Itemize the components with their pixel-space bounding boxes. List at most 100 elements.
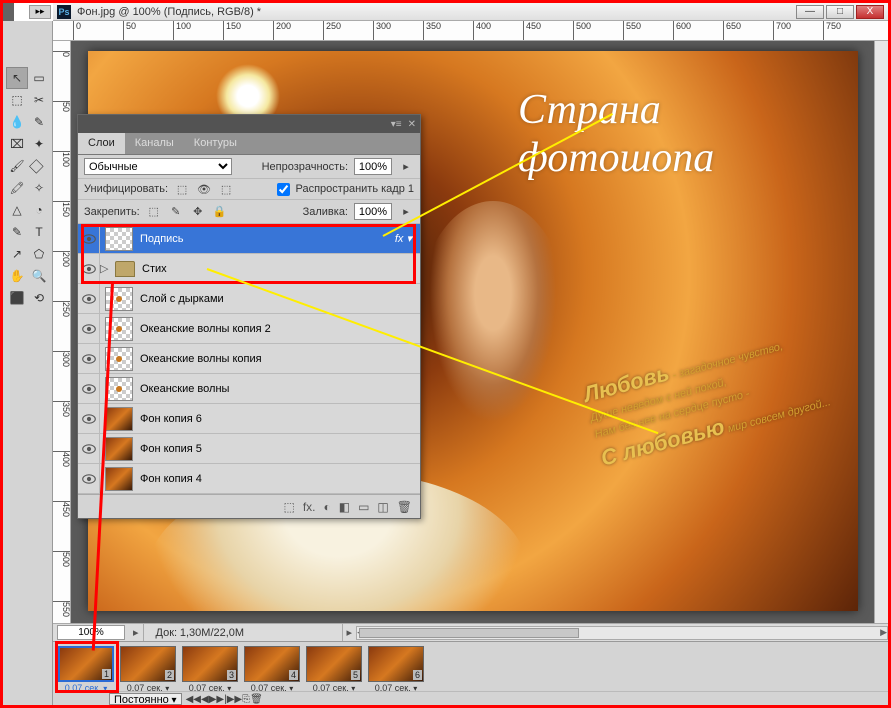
tool-16[interactable]: ↗ [6,243,28,265]
scrollbar-thumb[interactable] [359,628,579,638]
tool-4[interactable]: 💧 [6,111,28,133]
visibility-toggle[interactable] [78,344,100,373]
layers-footer-btn-3[interactable]: ◧ [339,500,350,514]
tool-5[interactable]: ✎ [28,111,50,133]
layer-thumbnail[interactable] [105,437,133,461]
layer-fx-badge[interactable]: fx ▾ [395,232,420,245]
layer-name[interactable]: Фон копия 6 [138,413,420,425]
lock-position-icon[interactable]: ✥ [190,205,206,219]
frame-4[interactable]: 50,07 сек. ▾ [305,646,363,693]
tab-layers[interactable]: Слои [78,133,125,154]
tool-20[interactable]: ⬛ [6,287,28,309]
visibility-toggle[interactable] [78,284,100,313]
tool-10[interactable]: 🖍 [6,177,28,199]
visibility-toggle[interactable] [78,434,100,463]
unify-visibility-icon[interactable]: 👁 [196,182,212,196]
layer-name[interactable]: Океанские волны копия 2 [138,323,420,335]
layer-thumbnail[interactable] [105,467,133,491]
maximize-button[interactable]: □ [826,5,854,19]
tool-3[interactable]: ✂ [28,89,50,111]
panel-menu-icon[interactable]: ▾≡ [391,119,402,130]
visibility-toggle[interactable] [78,404,100,433]
anim-control-6[interactable]: 🗑 [250,694,263,705]
panel-close-icon[interactable]: ✕ [408,119,416,130]
opacity-flyout-icon[interactable]: ▸ [398,160,414,174]
layers-footer-btn-5[interactable]: ◫ [377,500,388,514]
layers-footer-btn-6[interactable]: 🗑 [397,500,412,514]
layer-thumbnail[interactable] [105,317,133,341]
frame-2[interactable]: 30,07 сек. ▾ [181,646,239,693]
panel-header[interactable]: ▾≡ ✕ [78,115,420,133]
layer-name[interactable]: Фон копия 5 [138,443,420,455]
layer-row-6[interactable]: Фон копия 6 [78,404,420,434]
frame-thumbnail[interactable]: 2 [120,646,176,682]
tool-14[interactable]: ✎ [6,221,28,243]
lock-all-icon[interactable]: 🔒 [212,205,228,219]
frame-3[interactable]: 40,07 сек. ▾ [243,646,301,693]
layer-row-0[interactable]: Подписьfx ▾ [78,224,420,254]
layer-name[interactable]: Подпись [138,233,395,245]
tool-12[interactable]: △ [6,199,28,221]
frame-0[interactable]: 10,07 сек. ▾ [57,646,115,693]
frame-thumbnail[interactable]: 3 [182,646,238,682]
tab-channels[interactable]: Каналы [125,133,184,154]
folder-toggle-icon[interactable]: ▷ [100,262,110,275]
propagate-checkbox[interactable] [277,183,290,196]
toolbox-collapse[interactable]: ▸▸ [29,5,51,19]
tool-21[interactable]: ⟲ [28,287,50,309]
tool-13[interactable]: ◔ [28,199,50,221]
visibility-toggle[interactable] [78,224,100,253]
lock-transparent-icon[interactable]: ⬚ [146,205,162,219]
layers-footer-btn-1[interactable]: fx. [303,500,316,514]
unify-style-icon[interactable]: ⬚ [218,182,234,196]
frame-5[interactable]: 60,07 сек. ▾ [367,646,425,693]
tool-11[interactable]: ✧ [28,177,50,199]
close-button[interactable]: X [856,5,884,19]
layer-row-3[interactable]: Океанские волны копия 2 [78,314,420,344]
layer-name[interactable]: Стих [140,263,420,275]
anim-control-1[interactable]: ◀ [201,694,209,705]
tab-paths[interactable]: Контуры [184,133,247,154]
layer-name[interactable]: Слой с дырками [138,293,420,305]
lock-pixels-icon[interactable]: ✎ [168,205,184,219]
tool-9[interactable]: ⃟ [28,155,50,177]
anim-control-5[interactable]: ⎘ [242,694,250,705]
tool-6[interactable]: ⌧ [6,133,28,155]
anim-control-0[interactable]: ◀◀ [186,694,201,705]
frame-thumbnail[interactable]: 1 [58,646,114,682]
zoom-menu-icon[interactable]: ▸ [129,626,143,639]
tool-0[interactable]: ↖ [6,67,28,89]
layers-footer-btn-0[interactable]: ⬚ [283,500,294,514]
blend-mode-select[interactable]: Обычные [84,158,232,175]
layer-thumbnail[interactable] [105,377,133,401]
tool-17[interactable]: ⬠ [28,243,50,265]
anim-control-4[interactable]: ▶▶ [227,694,242,705]
layers-footer-btn-4[interactable]: ▭ [358,500,369,514]
scrollbar-horizontal[interactable]: ◀▶ [356,626,888,640]
opacity-input[interactable] [354,158,392,175]
fill-input[interactable] [354,203,392,220]
frame-thumbnail[interactable]: 4 [244,646,300,682]
tool-7[interactable]: ✦ [28,133,50,155]
visibility-toggle[interactable] [78,374,100,403]
anim-control-3[interactable]: ▶| [216,694,226,705]
tool-2[interactable]: ⬚ [6,89,28,111]
frame-time[interactable]: 0,07 сек. ▾ [65,683,107,693]
layer-row-5[interactable]: Океанские волны [78,374,420,404]
unify-position-icon[interactable]: ⬚ [174,182,190,196]
layer-thumbnail[interactable] [105,227,133,251]
layer-name[interactable]: Океанские волны [138,383,420,395]
layer-thumbnail[interactable] [105,287,133,311]
doc-info[interactable]: Док: 1,30M/22,0M [143,624,343,641]
visibility-toggle[interactable] [78,254,100,283]
loop-select[interactable]: Постоянно ▾ [109,693,182,705]
layer-thumbnail[interactable] [105,407,133,431]
visibility-toggle[interactable] [78,314,100,343]
doc-info-menu-icon[interactable]: ▸ [343,626,357,639]
layers-footer-btn-2[interactable]: ◐ [323,500,330,514]
layer-name[interactable]: Фон копия 4 [138,473,420,485]
layer-row-7[interactable]: Фон копия 5 [78,434,420,464]
layer-name[interactable]: Океанские волны копия [138,353,420,365]
visibility-toggle[interactable] [78,464,100,493]
fill-flyout-icon[interactable]: ▸ [398,205,414,219]
